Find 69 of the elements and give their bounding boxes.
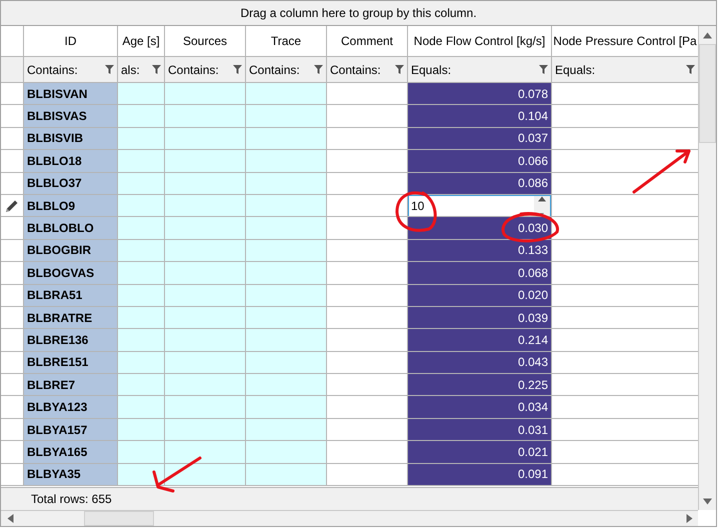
filter-funnel-icon[interactable] <box>395 65 404 74</box>
id-cell: BLBRE151 <box>24 352 118 374</box>
column-header[interactable]: Sources <box>165 26 246 57</box>
id-cell: BLBISVAN <box>24 83 118 106</box>
filter-funnel-icon[interactable] <box>105 65 114 74</box>
id-cell: BLBLO37 <box>24 172 118 195</box>
flow-cell: 0.066 <box>408 150 552 173</box>
flow-cell: 0.225 <box>408 374 552 396</box>
filter-cell[interactable]: Equals: <box>552 57 698 83</box>
annotation-arrow <box>632 150 690 194</box>
filter-funnel-icon[interactable] <box>314 65 323 74</box>
flow-cell: 0.031 <box>408 418 552 442</box>
filter-funnel-icon[interactable] <box>539 65 548 74</box>
filter-funnel-icon[interactable] <box>152 65 161 74</box>
id-cell: BLBISVAS <box>24 105 118 128</box>
flow-cell: 0.086 <box>408 172 552 195</box>
column-header[interactable]: Age [s] <box>118 26 165 57</box>
flow-cell: 0.078 <box>408 83 552 106</box>
flow-cell: 0.030 <box>408 217 552 240</box>
id-cell: BLBOGBIR <box>24 240 118 262</box>
id-cell: BLBRATRE <box>24 306 118 330</box>
flow-cell: 0.043 <box>408 352 552 374</box>
column-header[interactable]: Comment <box>327 26 408 57</box>
flow-cell: 0.037 <box>408 128 552 150</box>
filter-cell[interactable]: Contains: <box>327 57 408 83</box>
left-triangle-icon <box>6 514 14 523</box>
filter-funnel-icon[interactable] <box>233 65 242 74</box>
filter-row-corner <box>1 57 24 83</box>
id-cell: BLBLO18 <box>24 150 118 173</box>
group-panel-hint: Drag a column here to group by this column. <box>240 6 477 20</box>
pencil-icon <box>5 198 19 213</box>
filter-cell[interactable]: Contains: <box>165 57 246 83</box>
filter-funnel-icon[interactable] <box>686 65 695 74</box>
id-cell: BLBOGVAS <box>24 262 118 285</box>
flow-cell: 0.091 <box>408 464 552 486</box>
scroll-thumb[interactable] <box>699 44 716 143</box>
column-header[interactable]: Node Flow Control [kg/s] <box>408 26 552 57</box>
column-header[interactable]: ID <box>24 26 118 57</box>
id-cell: BLBLOBLO <box>24 217 118 240</box>
flow-cell: 0.034 <box>408 396 552 419</box>
id-cell: BLBYA157 <box>24 418 118 442</box>
id-cell: BLBLO9 <box>24 194 118 218</box>
row-indicator[interactable] <box>1 194 24 218</box>
id-cell: BLBYA123 <box>24 396 118 419</box>
id-cell: BLBISVIB <box>24 128 118 150</box>
id-cell: BLBYA35 <box>24 464 118 486</box>
filter-cell[interactable]: Contains: <box>246 57 327 83</box>
annotation-arrow <box>152 456 202 492</box>
flow-cell: 0.020 <box>408 284 552 307</box>
id-cell: BLBRE136 <box>24 329 118 352</box>
flow-cell: 0.214 <box>408 329 552 352</box>
flow-cell: 0.104 <box>408 105 552 128</box>
flow-cell: 0.021 <box>408 441 552 464</box>
flow-cell: 0.133 <box>408 240 552 262</box>
right-triangle-icon <box>686 514 692 523</box>
id-cell: BLBYA165 <box>24 441 118 464</box>
corner-header <box>1 26 24 57</box>
down-triangle-icon <box>703 498 712 504</box>
id-cell: BLBRA51 <box>24 284 118 307</box>
flow-cell: 0.039 <box>408 306 552 330</box>
up-triangle-icon <box>703 32 712 38</box>
filter-cell[interactable]: Equals: <box>408 57 552 83</box>
total-rows-label: Total rows: 655 <box>31 492 112 506</box>
flow-cell: 0.068 <box>408 262 552 285</box>
scroll-thumb[interactable] <box>84 511 154 526</box>
filter-cell[interactable]: Contains: <box>24 57 118 83</box>
filter-cell[interactable]: als: <box>118 57 165 83</box>
id-cell: BLBRE7 <box>24 374 118 396</box>
column-header[interactable]: Trace <box>246 26 327 57</box>
